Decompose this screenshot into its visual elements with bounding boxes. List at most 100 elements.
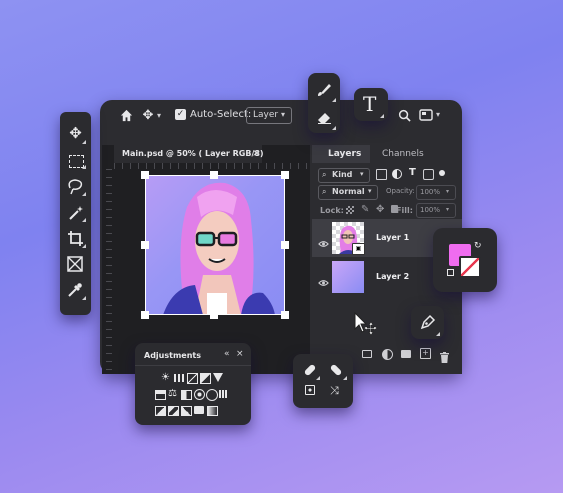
chevron-down-icon: ▾ [446, 188, 450, 195]
smart-object-icon: ▣ [352, 243, 365, 255]
blend-mode-value: Normal [332, 187, 365, 196]
transform-handle[interactable] [141, 171, 149, 179]
vibrance-icon[interactable] [213, 373, 223, 382]
channel-mixer-icon[interactable] [206, 389, 218, 401]
blend-mode-select[interactable]: ⌕ Normal ▾ [318, 185, 378, 200]
lock-label: Lock: [320, 206, 344, 215]
selective-color-icon[interactable] [194, 406, 204, 414]
layer-select[interactable]: Layer ▾ [246, 107, 292, 124]
visibility-icon[interactable] [318, 272, 329, 291]
fill-label: Fill: [396, 206, 413, 215]
hue-saturation-icon[interactable] [155, 390, 166, 400]
type-tool-icon: T [363, 92, 377, 116]
cursor-icon [353, 311, 379, 341]
filter-shape-icon[interactable] [423, 169, 434, 180]
swap-colors-icon[interactable]: ↻ [474, 241, 482, 251]
kind-filter[interactable]: ⌕ Kind ▾ [318, 168, 370, 183]
eraser-icon[interactable] [316, 109, 332, 125]
transform-handle[interactable] [281, 171, 289, 179]
transform-handle[interactable] [141, 241, 149, 249]
tools-panel: ✥ [60, 112, 91, 315]
photo-filter-icon[interactable] [194, 389, 205, 400]
opacity-field[interactable]: 100% ▾ [416, 185, 456, 200]
curves-icon[interactable] [187, 373, 198, 384]
eyedropper-icon[interactable] [67, 282, 83, 302]
horizontal-ruler [114, 163, 310, 169]
transform-bounding-box[interactable] [145, 175, 285, 315]
transform-handle[interactable] [281, 241, 289, 249]
color-swatch-tile[interactable]: ↻ [433, 228, 497, 292]
adjustments-title: Adjustments [144, 351, 201, 360]
chevron-down-icon: ▾ [281, 110, 286, 119]
opacity-label: Opacity: [386, 187, 415, 195]
move-icon[interactable]: ✥ [140, 107, 156, 123]
chevron-down-icon: ▾ [446, 206, 450, 213]
brightness-icon[interactable]: ☀ [161, 373, 170, 383]
default-colors-icon[interactable] [447, 269, 454, 276]
transform-handle[interactable] [210, 311, 218, 319]
patch-icon[interactable] [329, 362, 343, 381]
screen-mode-icon[interactable] [418, 108, 434, 122]
bandage-icon[interactable] [303, 362, 317, 381]
frame-icon[interactable] [67, 256, 83, 276]
brush-eraser-tile [308, 73, 340, 133]
trash-icon[interactable] [440, 348, 449, 367]
posterize-icon[interactable] [168, 406, 179, 416]
auto-select-label: Auto-Select: [190, 109, 252, 120]
adjustments-panel: Adjustments « × ☀ ⚖ [135, 343, 251, 425]
submenu-indicator-icon [332, 126, 336, 130]
color-lookup-icon[interactable] [219, 390, 228, 398]
invert-icon[interactable] [155, 406, 166, 416]
submenu-indicator-icon [82, 244, 86, 248]
search-icon: ⌕ [322, 170, 327, 179]
tab-channels[interactable]: Channels [382, 149, 424, 159]
black-white-icon[interactable] [181, 390, 192, 400]
brush-icon[interactable] [316, 81, 332, 97]
screen-mode-dropdown-icon[interactable]: ▾ [436, 110, 440, 119]
threshold-icon[interactable] [181, 406, 192, 416]
fill-value: 100% [420, 206, 441, 214]
adjustment-layer-icon[interactable] [382, 349, 393, 360]
pen-icon [420, 314, 436, 334]
filter-pixel-icon[interactable] [376, 169, 387, 180]
levels-icon[interactable] [174, 374, 184, 382]
background-color-swatch[interactable] [459, 256, 481, 278]
lock-transparent-icon[interactable] [346, 206, 354, 214]
type-tool-tile[interactable]: T [354, 88, 388, 121]
close-panel-icon[interactable]: × [236, 349, 244, 359]
layer-2-name: Layer 2 [376, 272, 410, 281]
lock-position-icon[interactable]: ✥ [376, 204, 384, 215]
divider [135, 365, 251, 366]
visibility-icon[interactable] [318, 233, 329, 252]
submenu-indicator-icon [82, 192, 86, 196]
chip-icon[interactable] [305, 385, 315, 395]
mask-icon[interactable] [362, 350, 372, 358]
gradient-map-icon[interactable] [207, 406, 218, 416]
color-balance-icon[interactable]: ⚖ [168, 388, 177, 399]
filter-toggle-icon[interactable] [439, 170, 445, 176]
document-tab-close-icon[interactable]: × [252, 148, 260, 159]
move-tool-dropdown-icon[interactable]: ▾ [157, 111, 161, 120]
filter-adjustment-icon[interactable] [392, 169, 402, 179]
fill-field[interactable]: 100% ▾ [416, 203, 456, 218]
transform-handle[interactable] [281, 311, 289, 319]
exposure-icon[interactable] [200, 373, 211, 384]
collapse-panel-icon[interactable]: « [224, 349, 230, 359]
filter-type-icon[interactable]: T [409, 167, 416, 178]
pen-tool-tile[interactable] [411, 306, 444, 339]
home-icon[interactable] [118, 107, 134, 123]
new-layer-icon[interactable]: + [420, 348, 431, 359]
submenu-indicator-icon [82, 165, 86, 169]
folder-icon[interactable] [401, 350, 411, 358]
transform-handle[interactable] [210, 171, 218, 179]
document-tab[interactable]: Main.psd @ 50% ( Layer RGB/8) × [114, 145, 264, 163]
transform-handle[interactable] [141, 311, 149, 319]
search-icon[interactable] [396, 107, 412, 123]
lock-pixels-icon[interactable]: ✎ [361, 204, 369, 215]
auto-select-checkbox[interactable]: ✓ [175, 109, 186, 120]
tab-layers[interactable]: Layers [312, 145, 370, 163]
chevron-down-icon: ▾ [360, 170, 364, 178]
chevron-down-icon: ▾ [368, 187, 372, 195]
shuffle-icon[interactable]: ⤨ [330, 384, 339, 398]
document-tab-title: Main.psd @ 50% ( Layer RGB/8) [122, 149, 264, 158]
